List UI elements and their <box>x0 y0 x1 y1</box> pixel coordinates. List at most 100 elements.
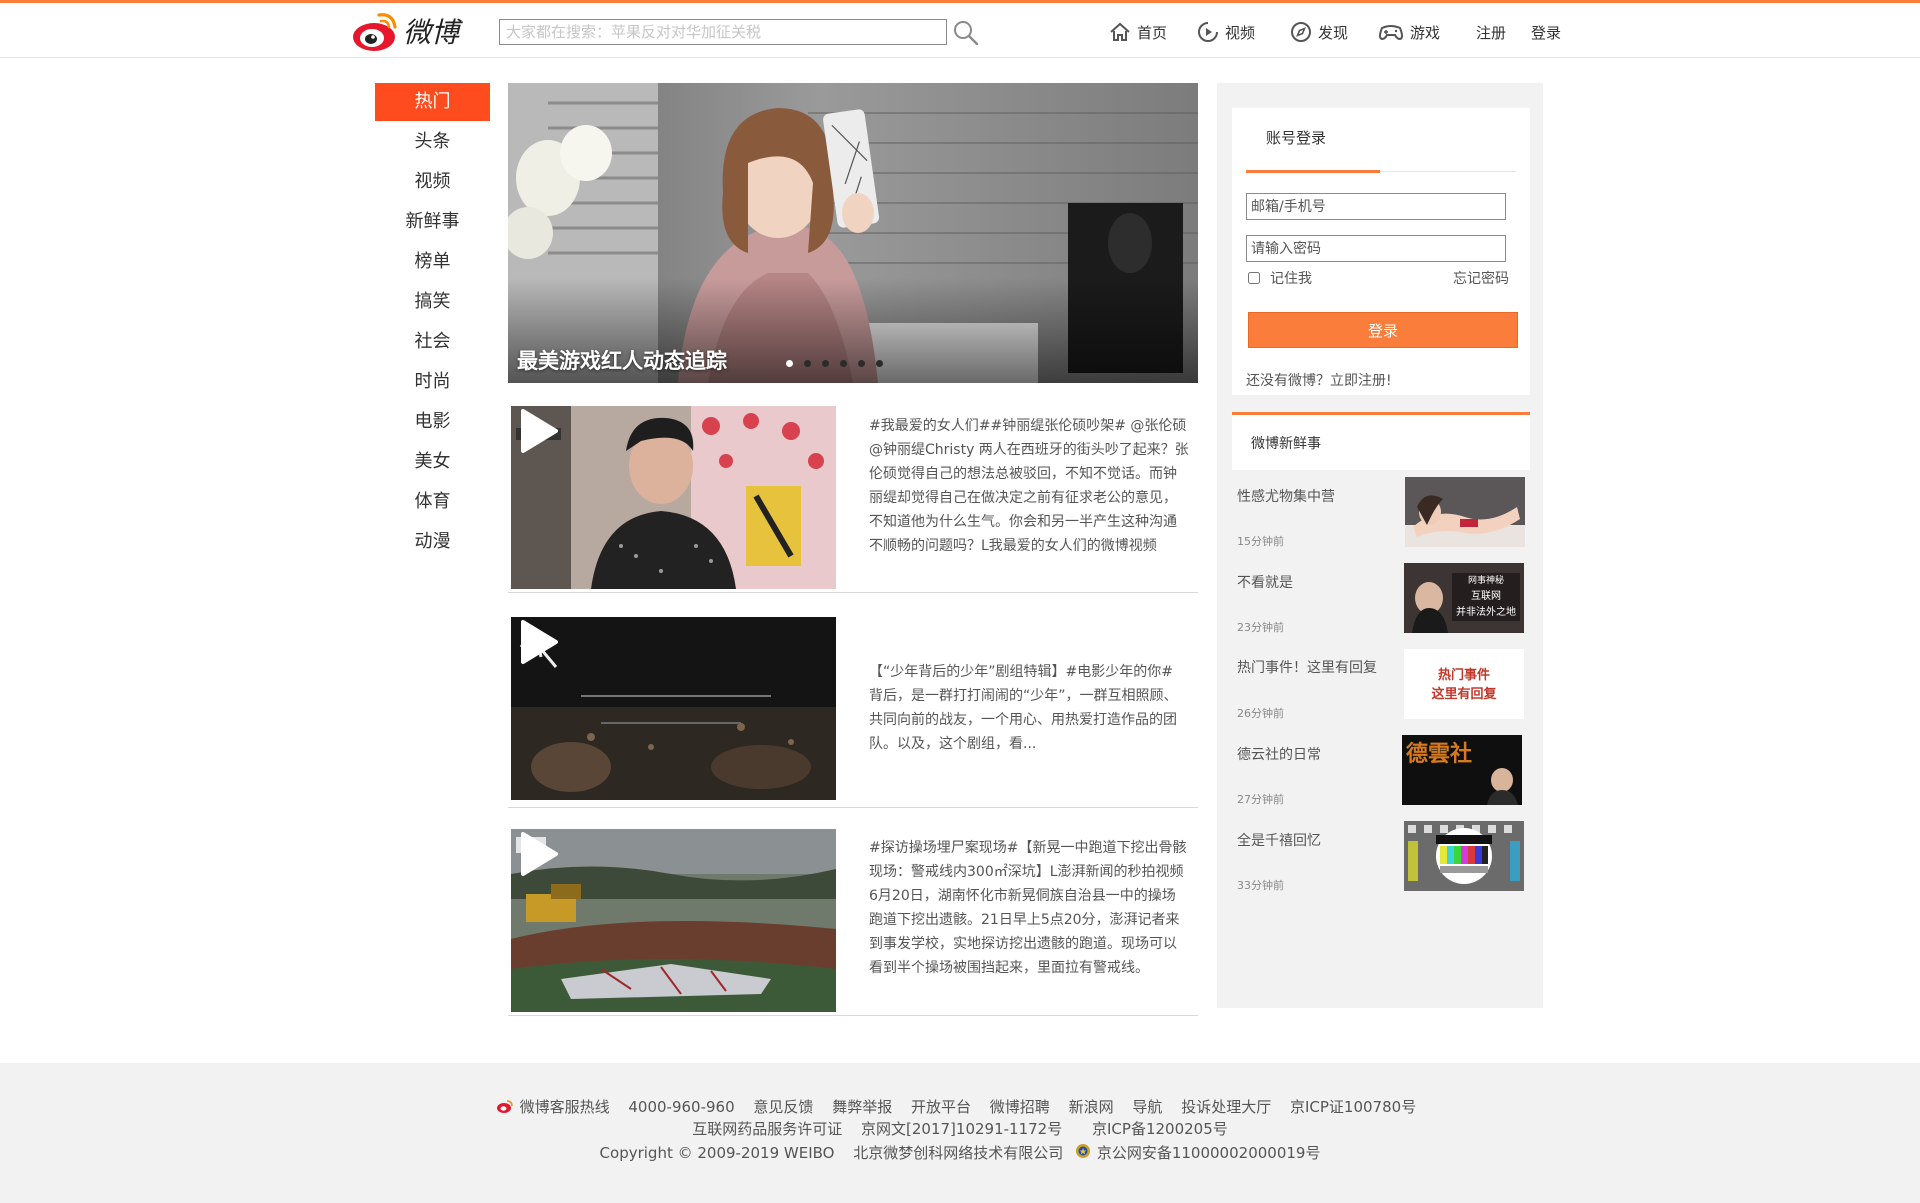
news-item-title: 不看就是 <box>1237 575 1293 591</box>
svg-text:网事神秘: 网事神秘 <box>1468 574 1504 586</box>
news-item-thumbnail: 德雲社 <box>1402 735 1522 805</box>
footer-link-sina[interactable]: 新浪网 <box>1069 1098 1114 1116</box>
video-thumbnail[interactable] <box>511 617 836 800</box>
news-item-title: 全是千禧回忆 <box>1237 833 1321 849</box>
nav-register[interactable]: 注册 <box>1476 20 1506 44</box>
logo-text: 微博 <box>403 16 463 49</box>
channel-list: 热门 头条 视频 新鲜事 榜单 搞笑 社会 时尚 电影 美女 体育 动漫 <box>375 83 490 563</box>
fresh-news-header: 微博新鲜事 <box>1232 412 1530 470</box>
channel-item-movie[interactable]: 电影 <box>375 403 490 443</box>
login-button[interactable]: 登录 <box>1248 312 1518 348</box>
banner-dot[interactable] <box>876 360 883 367</box>
news-item-thumbnail: 网事神秘 互联网 并非法外之地 <box>1404 563 1524 633</box>
nav-login-label: 登录 <box>1531 23 1562 42</box>
channel-item-video[interactable]: 视频 <box>375 163 490 203</box>
nav-games[interactable]: 游戏 <box>1378 20 1440 44</box>
password-input[interactable] <box>1247 236 1505 261</box>
footer-link-complaints[interactable]: 投诉处理大厅 <box>1181 1098 1271 1116</box>
news-item-thumbnail <box>1404 821 1524 891</box>
news-item[interactable]: 热门事件！这里有回复 26分钟前 热门事件 这里有回复 <box>1237 648 1527 720</box>
svg-text:并非法外之地: 并非法外之地 <box>1456 605 1516 618</box>
banner-dot[interactable] <box>822 360 829 367</box>
news-item[interactable]: 德云社的日常 27分钟前 德雲社 <box>1237 735 1527 807</box>
channel-item-hot[interactable]: 热门 <box>375 83 490 121</box>
footer-link-network-culture[interactable]: 京网文[2017]10291-1172号 <box>861 1120 1062 1138</box>
nav-home[interactable]: 首页 <box>1109 20 1167 44</box>
banner-dot[interactable] <box>840 360 847 367</box>
channel-item-headlines[interactable]: 头条 <box>375 123 490 163</box>
remember-me-checkbox[interactable] <box>1248 272 1260 284</box>
channel-item-funny[interactable]: 搞笑 <box>375 283 490 323</box>
search-input[interactable] <box>500 20 946 44</box>
play-icon[interactable] <box>511 406 561 456</box>
channel-item-anime[interactable]: 动漫 <box>375 523 490 563</box>
video-thumbnail[interactable] <box>511 829 836 1012</box>
news-item-time: 26分钟前 <box>1237 707 1284 720</box>
feed-item: #探访操场埋尸案现场#【新晃一中跑道下挖出骨骸现场：警戒线内300㎡深坑】L澎湃… <box>508 826 1198 1016</box>
news-item-time: 15分钟前 <box>1237 535 1284 548</box>
news-item-thumbnail: 热门事件 这里有回复 <box>1404 649 1524 719</box>
hero-banner[interactable]: 最美游戏红人动态追踪 <box>508 83 1198 383</box>
news-item-time: 27分钟前 <box>1237 793 1284 806</box>
feed-text[interactable]: #我最爱的女人们##钟丽缇张伦硕吵架# @张伦硕 @钟丽缇Christy 两人在… <box>869 414 1189 558</box>
play-icon[interactable] <box>511 829 561 879</box>
news-item[interactable]: 全是千禧回忆 33分钟前 <box>1237 821 1527 893</box>
nav-video[interactable]: 视频 <box>1197 20 1255 44</box>
channel-item-fresh[interactable]: 新鲜事 <box>375 203 490 243</box>
search-field[interactable] <box>499 19 947 45</box>
footer-link-report[interactable]: 舞弊举报 <box>832 1098 892 1116</box>
remember-me[interactable]: 记住我 <box>1248 268 1312 288</box>
nav-video-label: 视频 <box>1225 23 1256 42</box>
play-icon[interactable] <box>511 617 561 667</box>
footer-link-jobs[interactable]: 微博招聘 <box>990 1098 1050 1116</box>
username-input[interactable] <box>1247 194 1505 219</box>
footer-link-open-platform[interactable]: 开放平台 <box>911 1098 971 1116</box>
banner-caption: 最美游戏红人动态追踪 <box>517 349 727 373</box>
footer-copyright: Copyright © 2009-2019 WEIBO <box>599 1144 835 1162</box>
banner-dot[interactable] <box>804 360 811 367</box>
svg-text:热门事件: 热门事件 <box>1438 667 1490 683</box>
footer-links-row: 微博客服热线 4000-960-960 意见反馈 舞弊举报 开放平台 微博招聘 … <box>0 1096 1920 1117</box>
channel-item-fashion[interactable]: 时尚 <box>375 363 490 403</box>
svg-text:这里有回复: 这里有回复 <box>1431 686 1497 702</box>
compass-icon <box>1291 22 1311 42</box>
remember-me-label: 记住我 <box>1270 271 1312 287</box>
login-panel: 账号登录 记住我 忘记密码 登录 还没有微博？立即注册! <box>1232 108 1530 395</box>
footer-link-icp-record[interactable]: 京ICP备1200205号 <box>1092 1120 1228 1138</box>
svg-text:德雲社: 德雲社 <box>1406 741 1472 767</box>
footer-link-navigation[interactable]: 导航 <box>1132 1098 1162 1116</box>
footer-link-feedback[interactable]: 意见反馈 <box>753 1098 813 1116</box>
banner-pagination <box>786 360 883 367</box>
channel-item-beauty[interactable]: 美女 <box>375 443 490 483</box>
fresh-news-title: 微博新鲜事 <box>1251 436 1321 452</box>
footer-hotline-label[interactable]: 微博客服热线 <box>520 1098 610 1116</box>
nav-discover[interactable]: 发现 <box>1290 20 1348 44</box>
banner-dot[interactable] <box>858 360 865 367</box>
username-field[interactable] <box>1246 193 1506 220</box>
forgot-password-link[interactable]: 忘记密码 <box>1453 268 1509 288</box>
footer-link-drug-license[interactable]: 互联网药品服务许可证 <box>692 1120 842 1138</box>
home-icon <box>1110 22 1130 41</box>
login-tab-account[interactable]: 账号登录 <box>1266 127 1326 148</box>
banner-dot[interactable] <box>786 360 793 367</box>
feed-text[interactable]: #探访操场埋尸案现场#【新晃一中跑道下挖出骨骸现场：警戒线内300㎡深坑】L澎湃… <box>869 836 1189 980</box>
search-icon[interactable] <box>952 19 980 47</box>
video-thumbnail[interactable] <box>511 406 836 589</box>
news-item[interactable]: 性感尤物集中营 15分钟前 <box>1237 477 1527 549</box>
channel-item-society[interactable]: 社会 <box>375 323 490 363</box>
nav-login[interactable]: 登录 <box>1531 20 1561 44</box>
password-field[interactable] <box>1246 235 1506 262</box>
news-item[interactable]: 不看就是 23分钟前 网事神秘 互联网 并非法外之地 <box>1237 563 1527 635</box>
weibo-logo[interactable]: 微博 <box>351 9 476 53</box>
footer-company[interactable]: 北京微梦创科网络技术有限公司 <box>853 1144 1063 1162</box>
footer-link-icp-license[interactable]: 京ICP证100780号 <box>1290 1098 1416 1116</box>
channel-item-ranking[interactable]: 榜单 <box>375 243 490 283</box>
page-footer: 微博客服热线 4000-960-960 意见反馈 舞弊举报 开放平台 微博招聘 … <box>0 1063 1920 1203</box>
police-badge-icon <box>1076 1144 1091 1158</box>
footer-link-public-security[interactable]: 京公网安备11000002000019号 <box>1097 1144 1321 1162</box>
signup-link[interactable]: 还没有微博？立即注册! <box>1246 370 1392 390</box>
channel-item-sports[interactable]: 体育 <box>375 483 490 523</box>
nav-games-label: 游戏 <box>1410 23 1441 42</box>
login-tab-indicator <box>1246 170 1380 173</box>
feed-text[interactable]: 【“少年背后的少年”剧组特辑】#电影少年的你# 背后，是一群打打闹闹的“少年”，… <box>869 660 1189 756</box>
